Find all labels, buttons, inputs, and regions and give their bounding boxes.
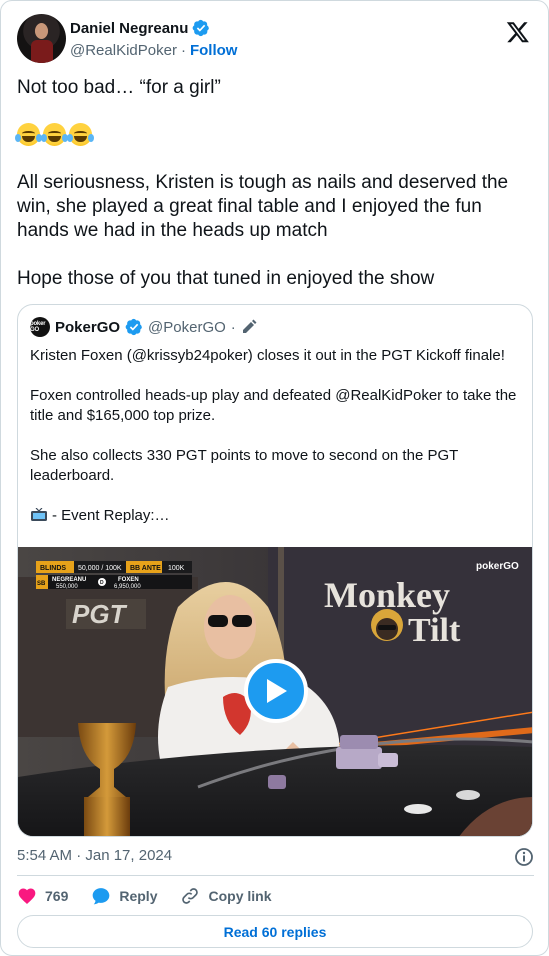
face-with-tears-of-joy-icon — [41, 122, 68, 146]
read-replies-button[interactable]: Read 60 replies — [17, 915, 533, 948]
quoted-replay-line: - Event Replay:… — [30, 506, 522, 526]
tweet-actions: 769 Reply Copy link — [17, 885, 295, 907]
author-avatar[interactable] — [17, 14, 66, 63]
tweet-timestamp[interactable]: 5:54 AM · Jan 17, 2024 — [17, 847, 172, 864]
face-with-tears-of-joy-icon — [67, 122, 94, 146]
svg-text:Tilt: Tilt — [408, 612, 461, 649]
tweet-text-paragraph: All seriousness, Kristen is tough as nai… — [17, 172, 509, 241]
tweet-text-paragraph: Hope those of you that tuned in enjoyed … — [17, 268, 435, 289]
quoted-tweet-header: poker GO PokerGO @PokerGO · — [30, 317, 257, 337]
svg-text:SB: SB — [37, 581, 46, 587]
svg-text:PGT: PGT — [72, 599, 128, 629]
quoted-author-handle: @PokerGO — [148, 318, 226, 336]
quoted-paragraph: Foxen controlled heads-up play and defea… — [30, 387, 517, 424]
svg-text:100K: 100K — [168, 565, 185, 572]
author-handle[interactable]: @RealKidPoker — [70, 42, 177, 59]
copy-link-button[interactable]: Copy link — [180, 886, 272, 906]
reply-button[interactable]: Reply — [91, 886, 157, 906]
link-icon — [182, 888, 199, 904]
pgt-event-logo: PGT — [66, 599, 146, 629]
reply-label: Reply — [119, 888, 158, 904]
verified-badge-icon — [125, 318, 142, 336]
tweet-header: Daniel Negreanu @RealKidPoker · Follow — [17, 14, 534, 64]
quoted-author-avatar[interactable]: poker GO — [30, 317, 50, 337]
replay-text: - Event Replay:… — [52, 507, 170, 524]
like-count: 769 — [45, 888, 69, 904]
separator-dot: · — [180, 42, 186, 59]
quoted-paragraph: She also collects 330 PGT points to move… — [30, 447, 459, 484]
svg-text:pokerGO: pokerGO — [476, 561, 519, 572]
face-with-tears-of-joy-icon — [15, 122, 42, 146]
like-button[interactable]: 769 — [17, 886, 68, 906]
svg-text:550,000: 550,000 — [56, 584, 78, 590]
video-thumbnail[interactable]: PGT Monkey Tilt BLINDS 50,000 / 100K BB … — [18, 547, 532, 836]
quoted-author-name[interactable]: PokerGO — [55, 319, 120, 336]
pokergo-network-logo: pokerGO — [476, 561, 519, 572]
divider — [17, 875, 534, 876]
play-icon — [267, 679, 287, 703]
svg-text:BB ANTE: BB ANTE — [130, 565, 161, 572]
author-name-row: Daniel Negreanu — [70, 19, 210, 37]
quoted-paragraph: Kristen Foxen (@krissyb24poker) closes i… — [30, 347, 505, 364]
info-icon[interactable] — [514, 847, 534, 867]
svg-text:FOXEN: FOXEN — [118, 577, 139, 583]
copy-link-label: Copy link — [208, 888, 272, 904]
edited-pencil-icon — [242, 319, 257, 333]
tweet-card: Daniel Negreanu @RealKidPoker · Follow N… — [0, 0, 549, 956]
follow-button[interactable]: Follow — [190, 42, 238, 59]
scoreboard-overlay: BLINDS 50,000 / 100K BB ANTE 100K SB NEG… — [36, 561, 192, 590]
svg-text:NEGREANU: NEGREANU — [52, 577, 86, 583]
author-display-name[interactable]: Daniel Negreanu — [70, 20, 188, 37]
separator-dot: · — [230, 318, 236, 336]
quoted-tweet-body: Kristen Foxen (@krissyb24poker) closes i… — [30, 346, 522, 546]
reply-bubble-icon — [93, 888, 110, 905]
quoted-tweet[interactable]: poker GO PokerGO @PokerGO · Kristen Foxe… — [17, 304, 533, 837]
x-logo-icon[interactable] — [506, 20, 530, 44]
tweet-text-line: Not too bad… “for a girl” — [17, 77, 221, 98]
svg-text:D: D — [100, 580, 104, 586]
svg-text:6,950,000: 6,950,000 — [114, 584, 141, 590]
heart-icon — [18, 888, 36, 904]
svg-text:BLINDS: BLINDS — [40, 565, 66, 572]
svg-text:50,000 / 100K: 50,000 / 100K — [78, 565, 122, 572]
timestamp-row: 5:54 AM · Jan 17, 2024 — [17, 847, 534, 867]
tweet-text: Not too bad… “for a girl” All seriousnes… — [15, 76, 532, 291]
verified-badge-icon — [193, 19, 210, 37]
television-icon — [31, 508, 47, 521]
video-play-button[interactable] — [244, 659, 308, 723]
emoji-row — [15, 121, 532, 147]
author-handle-row: @RealKidPoker · Follow — [70, 42, 237, 59]
